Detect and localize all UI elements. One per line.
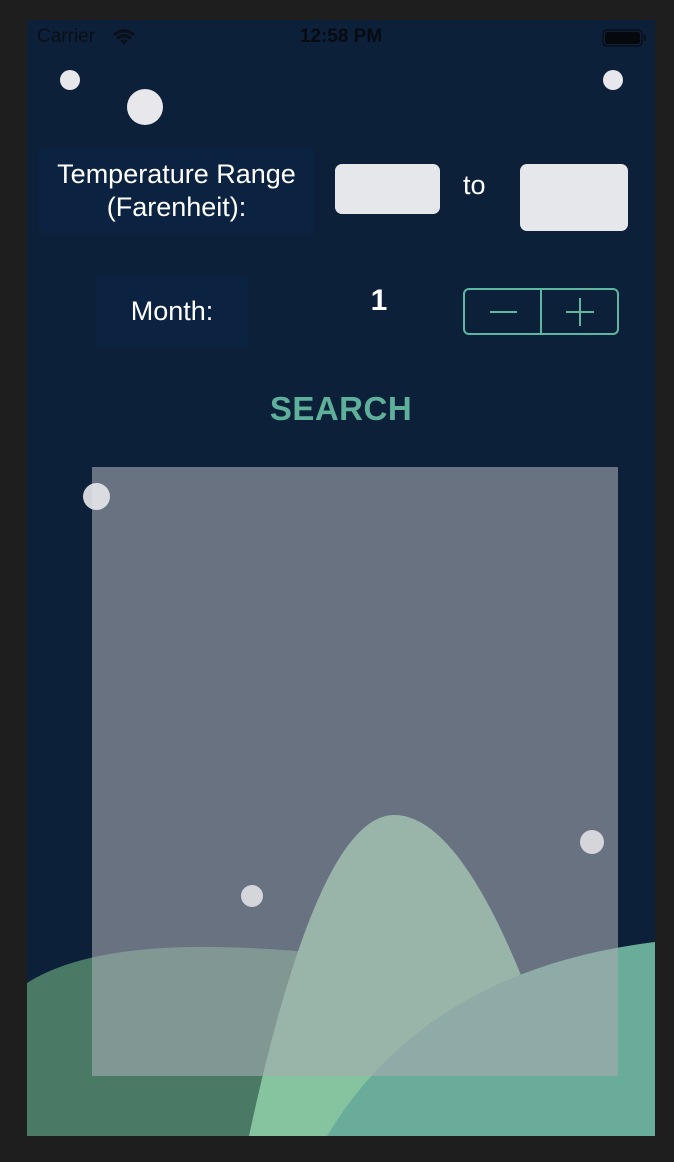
decorative-dot (241, 885, 263, 907)
app-screen: Carrier 12:58 PM Temperature Range (Fare… (27, 20, 655, 1136)
decorative-dot (580, 830, 604, 854)
decorative-dot (83, 483, 110, 510)
results-panel (92, 467, 618, 1076)
